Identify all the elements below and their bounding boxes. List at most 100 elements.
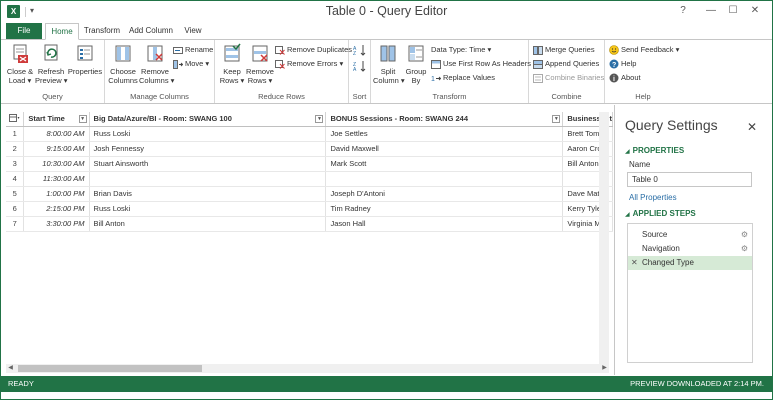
rename-button[interactable]: Rename <box>173 44 213 55</box>
sort-ascending-icon: AZ <box>353 45 366 57</box>
group-reduce-rows-label: Reduce Rows <box>258 92 305 101</box>
table-cell[interactable]: 9:15:00 AM <box>23 141 90 157</box>
use-first-row-headers-button[interactable]: Use First Row As Headers <box>431 58 531 69</box>
column-filter-dropdown-icon[interactable]: ▼ <box>552 115 561 123</box>
group-help: Send Feedback ▾ ? Help i About Help <box>605 40 681 103</box>
table-cell[interactable] <box>325 171 564 187</box>
send-feedback-button[interactable]: Send Feedback ▾ <box>609 44 679 55</box>
remove-errors-label: Remove Errors ▾ <box>287 59 344 68</box>
column-header-big-data[interactable]: Big Data/Azure/BI - Room: SWANG 100 ▼ <box>89 112 327 127</box>
move-label: Move ▾ <box>185 59 210 68</box>
minimize-button[interactable]: — <box>701 3 721 19</box>
merge-queries-button[interactable]: Merge Queries <box>533 44 595 55</box>
table-cell[interactable]: 2:15:00 PM <box>23 201 90 217</box>
table-cell[interactable]: Russ Loski <box>89 201 327 217</box>
table-cell[interactable]: 10:30:00 AM <box>23 156 90 172</box>
close-window-button[interactable]: ✕ <box>745 3 765 19</box>
refresh-preview-button[interactable]: Refresh Preview ▾ <box>35 43 68 85</box>
table-row[interactable]: 4 11:30:00 AM <box>6 171 613 187</box>
tab-add-column[interactable]: Add Column <box>126 23 176 39</box>
properties-button[interactable]: Properties <box>67 43 103 76</box>
delete-step-icon[interactable]: ✕ <box>631 256 638 270</box>
table-row[interactable]: 5 1:00:00 PM Brian Davis Joseph D'Antoni… <box>6 186 613 202</box>
table-corner-menu[interactable] <box>6 112 25 127</box>
group-sort: AZ ZA Sort <box>349 40 371 103</box>
column-header-bonus-sessions[interactable]: BONUS Sessions - Room: SWANG 244 ▼ <box>325 112 564 127</box>
combine-binaries-label: Combine Binaries <box>545 73 605 82</box>
tab-file[interactable]: File <box>6 23 42 39</box>
table-cell[interactable]: 11:30:00 AM <box>23 171 90 187</box>
close-load-icon <box>13 44 28 63</box>
table-row[interactable]: 6 2:15:00 PM Russ Loski Tim Radney Kerry… <box>6 201 613 217</box>
group-by-label-1: Group <box>405 67 427 76</box>
scroll-left-arrow-icon[interactable]: ◀ <box>6 364 15 373</box>
table-cell[interactable] <box>89 171 327 187</box>
column-header-start-time[interactable]: Start Time ▼ <box>23 112 90 127</box>
about-label: About <box>621 73 641 82</box>
table-cell[interactable]: 8:00:00 AM <box>23 126 90 142</box>
data-type-dropdown[interactable]: Data Type: Time ▾ <box>431 44 491 55</box>
keep-rows-button[interactable]: Keep Rows ▾ <box>217 43 247 85</box>
group-by-button[interactable]: Group By <box>403 43 429 85</box>
table-row[interactable]: 3 10:30:00 AM Stuart Ainsworth Mark Scot… <box>6 156 613 172</box>
help-label: Help <box>621 59 637 68</box>
tab-transform[interactable]: Transform <box>81 23 123 39</box>
move-button[interactable]: Move ▾ <box>173 58 209 69</box>
table-cell[interactable]: Stuart Ainsworth <box>89 156 327 172</box>
gear-icon[interactable]: ⚙ <box>741 228 748 242</box>
column-filter-dropdown-icon[interactable]: ▼ <box>315 115 324 123</box>
table-cell[interactable]: Russ Loski <box>89 126 327 142</box>
sort-ascending-button[interactable]: AZ <box>352 44 368 58</box>
replace-values-button[interactable]: 1 Replace Values <box>431 72 495 83</box>
all-properties-link[interactable]: All Properties <box>629 193 677 202</box>
maximize-button[interactable]: ☐ <box>723 3 743 19</box>
keep-rows-icon <box>224 43 241 62</box>
table-cell[interactable]: Joseph D'Antoni <box>325 186 564 202</box>
table-cell[interactable]: Brian Davis <box>89 186 327 202</box>
append-queries-button[interactable]: Append Queries <box>533 58 599 69</box>
group-combine: Merge Queries Append Queries Combine Bin… <box>529 40 605 103</box>
table-cell[interactable]: David Maxwell <box>325 141 564 157</box>
table-row[interactable]: 7 3:30:00 PM Bill Anton Jason Hall Virgi… <box>6 216 613 232</box>
remove-duplicates-button[interactable]: Remove Duplicates <box>275 44 352 55</box>
sort-descending-button[interactable]: ZA <box>352 60 368 74</box>
applied-steps-section-header[interactable]: ◢ APPLIED STEPS <box>625 209 696 218</box>
horizontal-scroll-thumb[interactable] <box>18 365 202 372</box>
close-load-button[interactable]: Close & Load ▾ <box>5 43 35 85</box>
about-button[interactable]: i About <box>609 72 641 83</box>
table-cell[interactable]: Jason Hall <box>325 216 564 232</box>
vertical-scrollbar[interactable] <box>599 112 609 364</box>
query-name-input[interactable] <box>627 172 752 187</box>
window-help-button[interactable]: ? <box>673 3 693 19</box>
table-cell[interactable]: Josh Fennessy <box>89 141 327 157</box>
step-navigation[interactable]: Navigation ⚙ <box>628 242 752 256</box>
step-changed-type[interactable]: ✕ Changed Type <box>628 256 752 270</box>
scroll-right-arrow-icon[interactable]: ▶ <box>600 364 609 373</box>
tab-home[interactable]: Home <box>45 23 79 40</box>
table-cell[interactable]: 3:30:00 PM <box>23 216 90 232</box>
table-row[interactable]: 2 9:15:00 AM Josh Fennessy David Maxwell… <box>6 141 613 157</box>
table-cell[interactable]: Tim Radney <box>325 201 564 217</box>
remove-rows-button[interactable]: Remove Rows ▾ <box>245 43 275 85</box>
table-cell[interactable]: 1:00:00 PM <box>23 186 90 202</box>
split-column-button[interactable]: Split Column ▾ <box>373 43 405 85</box>
help-button[interactable]: ? Help <box>609 58 636 69</box>
refresh-label-1: Refresh <box>37 67 65 76</box>
close-query-settings-icon[interactable]: ✕ <box>745 120 759 134</box>
gear-icon[interactable]: ⚙ <box>741 242 748 256</box>
choose-columns-button[interactable]: Choose Columns <box>107 43 139 85</box>
combine-binaries-button[interactable]: Combine Binaries <box>533 72 604 83</box>
step-source[interactable]: Source ⚙ <box>628 228 752 242</box>
table-cell[interactable]: Mark Scott <box>325 156 564 172</box>
table-cell[interactable]: Joe Settles <box>325 126 564 142</box>
table-row[interactable]: 1 8:00:00 AM Russ Loski Joe Settles Bret… <box>6 126 613 142</box>
combine-binaries-icon <box>533 73 543 83</box>
svg-text:A: A <box>353 67 357 72</box>
tab-view[interactable]: View <box>179 23 207 39</box>
remove-errors-button[interactable]: Remove Errors ▾ <box>275 58 343 69</box>
column-filter-dropdown-icon[interactable]: ▼ <box>78 115 87 123</box>
horizontal-scrollbar[interactable]: ◀ ▶ <box>6 364 609 373</box>
properties-section-header[interactable]: ◢ PROPERTIES <box>625 146 684 155</box>
table-cell[interactable]: Bill Anton <box>89 216 327 232</box>
remove-columns-button[interactable]: Remove Columns ▾ <box>139 43 174 85</box>
